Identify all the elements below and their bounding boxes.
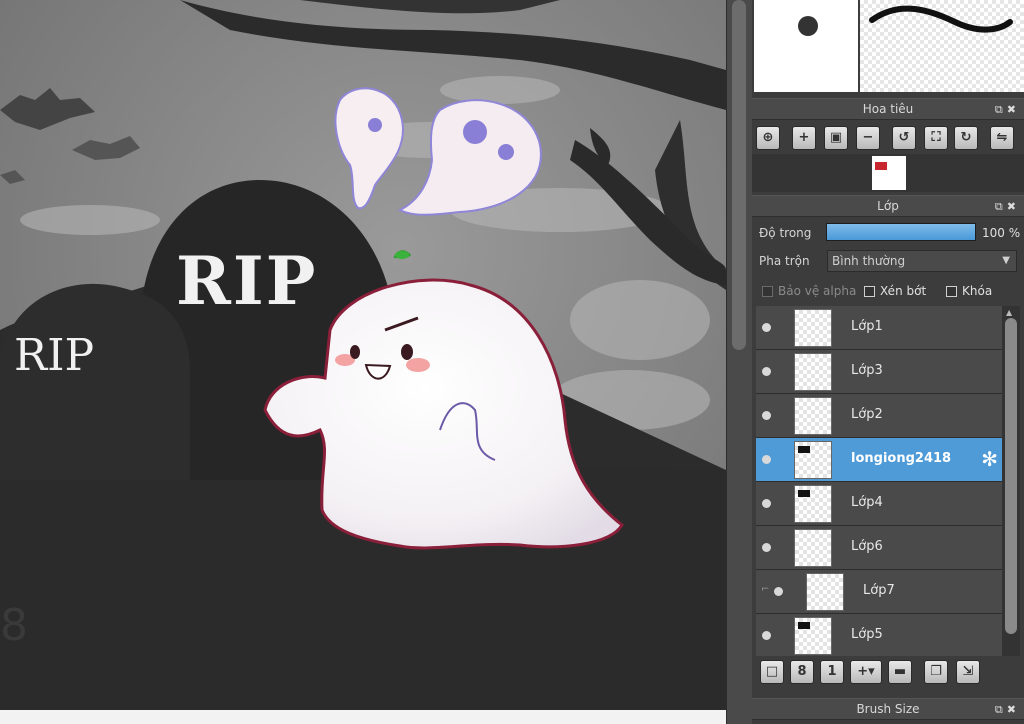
protect-alpha-checkbox[interactable]: Bảo vệ alpha <box>762 284 856 298</box>
merge-layer-icon[interactable]: ⇲ <box>956 660 980 684</box>
layer-row[interactable]: Lớp2 <box>756 394 1002 438</box>
layer-row[interactable]: Lớp4 <box>756 482 1002 526</box>
opacity-slider[interactable] <box>826 223 976 241</box>
new-8bit-layer-icon[interactable]: 8 <box>790 660 814 684</box>
canvas-bottom-strip <box>0 710 726 724</box>
flip-icon[interactable]: ⇋ <box>990 126 1014 150</box>
layer-name: longiong2418 <box>851 451 952 466</box>
navigator-title: Hoa tiêu <box>862 102 914 116</box>
layer-thumbnail <box>794 441 832 479</box>
opacity-value: 100 % <box>982 226 1021 240</box>
layer-name: Lớp2 <box>851 407 883 422</box>
popout-icon[interactable]: ⧉ <box>995 200 1007 213</box>
blend-mode-value: Bình thường <box>832 254 906 268</box>
layer-list-scrollbar[interactable]: ▲ <box>1002 306 1020 656</box>
visibility-eye-icon[interactable] <box>774 587 783 596</box>
zoom-in-icon[interactable]: + <box>792 126 816 150</box>
layer-name: Lớp7 <box>863 583 895 598</box>
gear-icon[interactable]: ✻ <box>981 448 998 470</box>
navigator-toolbar: ⊕ + ▣ − ↺ ⛶ ↻ ⇋ <box>752 122 1024 154</box>
rotate-left-icon[interactable]: ↺ <box>892 126 916 150</box>
layer-row[interactable]: Lớp5 <box>756 614 1002 656</box>
visibility-eye-icon[interactable] <box>762 367 771 376</box>
brush-size-header: Brush Size ⧉✖ <box>752 698 1024 720</box>
rotate-right-icon[interactable]: ↻ <box>954 126 978 150</box>
clipping-label: Xén bớt <box>880 284 927 298</box>
layer-thumbnail <box>794 529 832 567</box>
close-icon[interactable]: ✖ <box>1007 703 1020 716</box>
canvas-artwork <box>0 0 726 710</box>
visibility-eye-icon[interactable] <box>762 499 771 508</box>
visibility-eye-icon[interactable] <box>762 543 771 552</box>
opacity-label: Độ trong <box>759 226 812 240</box>
popout-icon[interactable]: ⧉ <box>995 703 1007 716</box>
folder-icon[interactable]: ▬ <box>888 660 912 684</box>
drawing-canvas[interactable]: RIP RIP 8 <box>0 0 726 710</box>
layer-thumbnail <box>794 353 832 391</box>
layer-thumbnail <box>806 573 844 611</box>
close-icon[interactable]: ✖ <box>1007 200 1020 213</box>
navigator-header: Hoa tiêu ⧉✖ <box>752 98 1024 120</box>
canvas-scroll-thumb[interactable] <box>732 0 746 350</box>
layer-row[interactable]: ⌐ Lớp7 <box>756 570 1002 614</box>
protect-alpha-label: Bảo vệ alpha <box>778 284 857 298</box>
blend-mode-select[interactable]: Bình thường ▼ <box>827 250 1017 272</box>
brush-preview-area <box>752 0 1024 94</box>
layer-thumbnail <box>794 397 832 435</box>
visibility-eye-icon[interactable] <box>762 411 771 420</box>
layer-name: Lớp3 <box>851 363 883 378</box>
brush-size-title: Brush Size <box>856 702 920 716</box>
zoom-out-icon[interactable]: − <box>856 126 880 150</box>
layer-thumbnail <box>794 617 832 655</box>
fullscreen-icon[interactable]: ⛶ <box>924 126 948 150</box>
scroll-up-icon[interactable]: ▲ <box>1006 308 1012 317</box>
layers-header: Lớp ⧉✖ <box>752 195 1024 217</box>
layer-row[interactable]: Lớp3 <box>756 350 1002 394</box>
canvas-corner-digit: 8 <box>0 600 28 651</box>
add-layer-menu-icon[interactable]: +▾ <box>850 660 882 684</box>
clipping-checkbox[interactable]: Xén bớt <box>864 284 926 298</box>
blend-label: Pha trộn <box>759 254 810 268</box>
lock-checkbox[interactable]: Khóa <box>946 284 992 298</box>
navigator-preview[interactable] <box>752 154 1024 192</box>
canvas-vertical-scrollbar[interactable] <box>726 0 752 724</box>
rip-large-text: RIP <box>176 242 318 320</box>
layer-row[interactable]: Lớp6 <box>756 526 1002 570</box>
layer-thumbnail <box>794 485 832 523</box>
visibility-eye-icon[interactable] <box>762 631 771 640</box>
clip-indicator-icon: ⌐ <box>761 584 770 595</box>
close-icon[interactable]: ✖ <box>1007 103 1020 116</box>
duplicate-layer-icon[interactable]: ❐ <box>924 660 948 684</box>
fit-icon[interactable]: ▣ <box>824 126 848 150</box>
brush-tip-preview <box>754 0 860 92</box>
visibility-eye-icon[interactable] <box>762 455 771 464</box>
new-1bit-layer-icon[interactable]: 1 <box>820 660 844 684</box>
layer-name: Lớp6 <box>851 539 883 554</box>
layer-list: Lớp1 Lớp3 Lớp2 longiong2418 ✻ Lớp4 Lớp6 ⌐ Lớp7 Lớ… <box>756 306 1002 656</box>
opacity-slider-fill <box>827 224 975 240</box>
layer-row[interactable]: longiong2418 ✻ <box>756 438 1002 482</box>
visibility-eye-icon[interactable] <box>762 323 771 332</box>
new-layer-icon[interactable]: □ <box>760 660 784 684</box>
layer-name: Lớp5 <box>851 627 883 642</box>
layer-row[interactable]: Lớp1 <box>756 306 1002 350</box>
layer-toolbar: □ 8 1 +▾ ▬ ❐ ⇲ <box>752 658 1024 688</box>
layer-name: Lớp4 <box>851 495 883 510</box>
layer-thumbnail <box>794 309 832 347</box>
chevron-down-icon: ▼ <box>1002 255 1010 266</box>
app-window: RIP RIP 8 Hoa tiêu ⧉✖ ⊕ + ▣ − ↺ ⛶ ↻ ⇋ Lớ… <box>0 0 1024 724</box>
rip-small-text: RIP <box>14 330 95 381</box>
layer-name: Lớp1 <box>851 319 883 334</box>
right-panel: Hoa tiêu ⧉✖ ⊕ + ▣ − ↺ ⛶ ↻ ⇋ Lớp ⧉✖ Độ tr… <box>752 0 1024 724</box>
lock-label: Khóa <box>962 284 993 298</box>
brush-stroke-preview <box>860 0 1024 92</box>
navigator-thumbnail[interactable] <box>872 156 906 190</box>
popout-icon[interactable]: ⧉ <box>995 103 1007 116</box>
layers-title: Lớp <box>877 199 899 213</box>
zoom-in-magnifier-icon[interactable]: ⊕ <box>756 126 780 150</box>
layer-scroll-thumb[interactable] <box>1005 318 1017 634</box>
